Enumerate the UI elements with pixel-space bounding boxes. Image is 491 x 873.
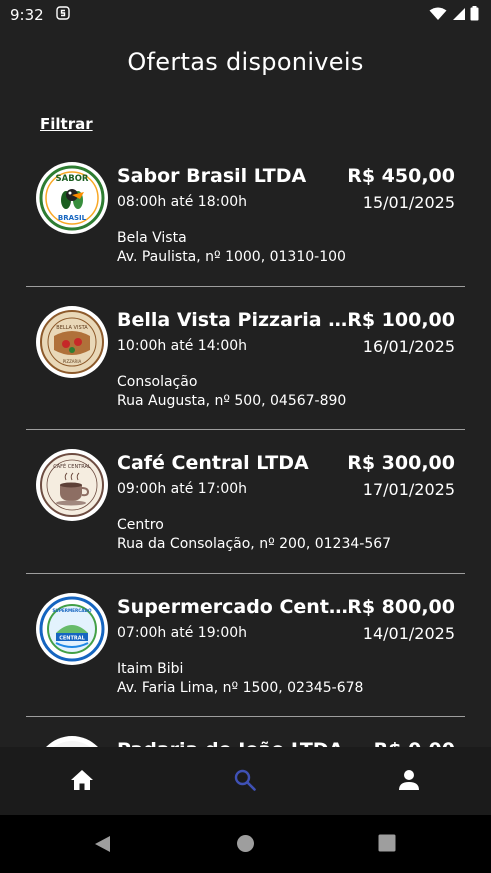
offer-hours: 10:00h até 14:00h — [117, 337, 248, 354]
sabor-brasil-logo: SABOR BRASIL — [36, 162, 108, 234]
back-icon[interactable] — [93, 834, 113, 854]
status-time: 9:32 — [10, 6, 44, 24]
filter-link[interactable]: Filtrar — [40, 115, 93, 133]
page-title: Ofertas disponiveis — [127, 48, 364, 76]
nav-home-button[interactable] — [67, 765, 97, 795]
offer-list[interactable]: SABOR BRASIL Sabor Brasil LTDA R$ 450,00… — [26, 143, 465, 747]
svg-text:CAFÉ CENTRAL: CAFÉ CENTRAL — [53, 462, 91, 470]
svg-text:CENTRAL: CENTRAL — [59, 635, 85, 641]
bottom-navigation — [0, 747, 491, 815]
svg-text:BELLA VISTA: BELLA VISTA — [56, 325, 88, 331]
offer-district: Itaim Bibi — [117, 660, 184, 677]
offer-address: Av. Paulista, nº 1000, 01310-100 — [117, 249, 346, 265]
offer-price: R$ 800,00 — [347, 595, 455, 618]
sim-icon — [56, 6, 70, 20]
offer-district: Bela Vista — [117, 230, 187, 246]
offer-name: Café Central LTDA — [117, 452, 309, 474]
offer-address: Rua da Consolação, nº 200, 01234-567 — [117, 536, 392, 552]
person-icon — [399, 770, 419, 790]
offer-price: R$ 300,00 — [347, 452, 455, 474]
nav-search-button[interactable] — [230, 765, 260, 795]
offer-card[interactable]: Padaria do João LTDA R$ 0,00 — [26, 717, 465, 747]
svg-text:SABOR: SABOR — [56, 174, 89, 184]
wifi-icon — [429, 7, 447, 20]
offer-card[interactable]: BELLA VISTA PIZZARIA Bella Vista Pizzari… — [26, 287, 465, 430]
offer-price: R$ 450,00 — [347, 165, 455, 187]
nav-profile-button[interactable] — [394, 765, 424, 795]
offer-hours: 07:00h até 19:00h — [117, 624, 248, 641]
offer-name: Padaria do João LTDA — [117, 739, 353, 747]
offer-date: 17/01/2025 — [362, 480, 455, 499]
offer-district: Consolação — [117, 373, 198, 390]
offer-card[interactable]: SUPERMERCADO CENTRAL Supermercado Centra… — [26, 574, 465, 717]
system-navigation-bar — [0, 815, 491, 873]
offer-date: 15/01/2025 — [362, 193, 455, 212]
offer-name: Supermercado Central LTDA — [117, 595, 353, 618]
bella-vista-logo: BELLA VISTA PIZZARIA — [36, 305, 108, 378]
offer-price: R$ 100,00 — [347, 308, 455, 331]
offer-date: 14/01/2025 — [362, 623, 455, 643]
offer-address: Rua Augusta, nº 500, 04567-890 — [117, 392, 347, 409]
signal-icon — [453, 7, 465, 20]
offer-name: Sabor Brasil LTDA — [117, 165, 307, 187]
status-bar: 9:32 — [0, 0, 491, 30]
supermercado-central-logo: SUPERMERCADO CENTRAL — [36, 592, 108, 665]
svg-text:SUPERMERCADO: SUPERMERCADO — [52, 608, 92, 613]
recents-icon[interactable] — [378, 834, 396, 852]
padaria-logo — [36, 736, 108, 747]
offer-card[interactable]: SABOR BRASIL Sabor Brasil LTDA R$ 450,00… — [26, 143, 465, 287]
offer-date: 16/01/2025 — [362, 336, 455, 356]
offer-name: Bella Vista Pizzaria LTDA — [117, 308, 353, 331]
svg-text:PIZZARIA: PIZZARIA — [63, 359, 82, 364]
svg-text:BRASIL: BRASIL — [58, 214, 87, 222]
home-icon — [71, 770, 93, 790]
offer-address: Av. Faria Lima, nº 1500, 02345-678 — [117, 679, 364, 696]
offer-card[interactable]: CAFÉ CENTRAL Café Central LTDA R$ 300,00… — [26, 430, 465, 574]
offer-district: Centro — [117, 517, 164, 533]
offer-price: R$ 0,00 — [374, 739, 455, 747]
home-circle-icon[interactable] — [236, 834, 255, 853]
battery-icon — [470, 6, 479, 21]
offer-hours: 09:00h até 17:00h — [117, 481, 248, 497]
cafe-central-logo: CAFÉ CENTRAL — [36, 449, 108, 521]
offer-hours: 08:00h até 18:00h — [117, 194, 248, 210]
search-icon — [234, 769, 256, 791]
